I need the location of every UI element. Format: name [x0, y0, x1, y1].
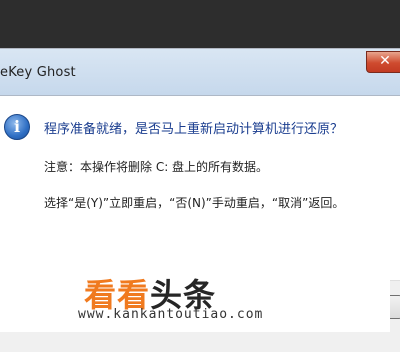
window-title: eKey Ghost	[0, 65, 76, 80]
title-bar[interactable]: eKey Ghost ✕	[0, 49, 400, 96]
close-button[interactable]: ✕	[366, 51, 400, 73]
message-main: 程序准备就绪，是否马上重新启动计算机进行还原？	[44, 122, 344, 137]
watermark-url: www.kankantoutiao.com	[78, 307, 264, 322]
close-icon: ✕	[379, 53, 391, 69]
info-icon: i	[4, 114, 30, 140]
message-choice: 选择“是(Y)”立即重启，“否(N)”手动重启，“取消”返回。	[44, 196, 345, 210]
watermark: 看看头条 www.kankantoutiao.com	[0, 250, 390, 332]
message-warning: 注意：本操作将删除 C: 盘上的所有数据。	[44, 160, 269, 174]
